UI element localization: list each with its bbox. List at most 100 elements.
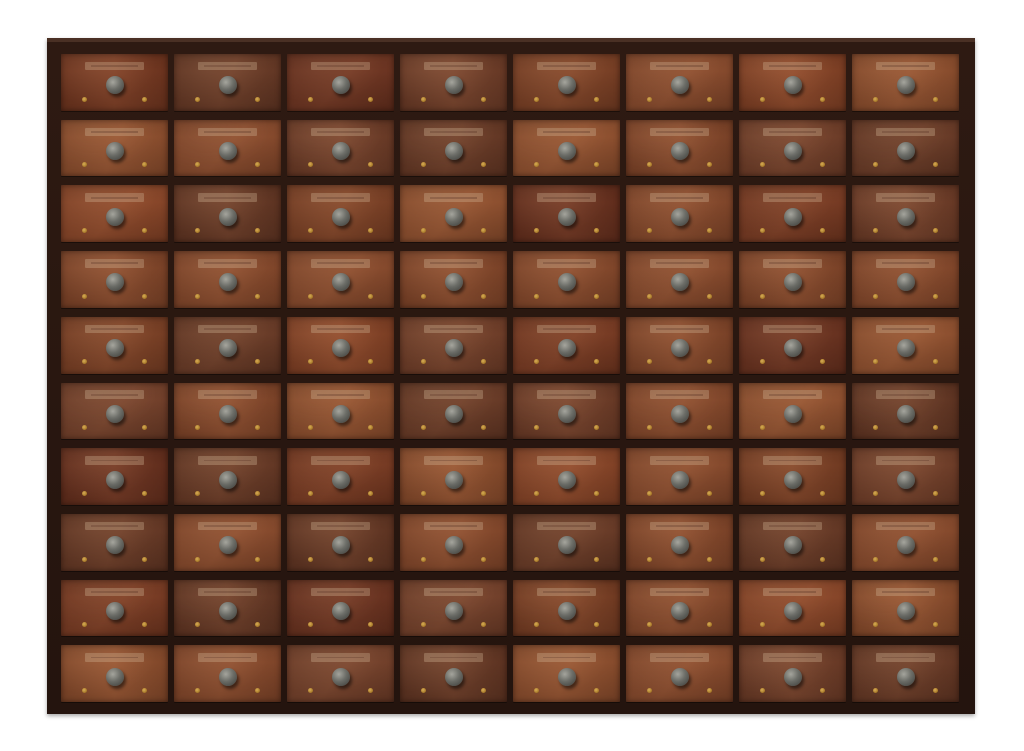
drawer-label-plate [762,61,823,71]
drawer [852,316,959,374]
drawer-knob [896,536,915,555]
brass-screw [819,622,825,628]
brass-screw [760,293,766,299]
brass-screw [480,556,486,562]
drawer-knob [331,339,350,358]
drawer-knob [444,470,463,489]
brass-screw [760,490,766,496]
drawer-knob [331,404,350,423]
brass-screw [647,425,653,431]
drawer-knob [783,667,802,686]
drawer [61,54,168,111]
drawer [400,119,507,177]
drawer [287,382,394,440]
brass-screw [480,228,486,234]
brass-screw [480,425,486,431]
brass-screw [534,162,540,168]
drawer-knob [670,339,689,358]
drawer-knob [557,142,576,161]
brass-screw [647,490,653,496]
brass-screw [873,622,879,628]
drawer [739,645,846,702]
brass-screw [141,622,147,628]
drawer-knob [557,536,576,555]
drawer [174,645,281,702]
brass-screw [254,96,260,102]
drawer-label-plate [762,127,823,137]
drawer-label-plate [762,193,823,202]
drawer [174,579,281,637]
brass-screw [932,490,938,496]
drawer [400,382,507,440]
brass-screw [932,622,938,628]
brass-screw [82,687,88,693]
brass-screw [195,490,201,496]
brass-screw [195,96,201,102]
drawer-label-plate [536,324,597,334]
brass-screw [367,293,373,299]
drawer-label-plate [84,587,145,597]
brass-screw [367,228,373,234]
drawer [61,382,168,440]
drawer-label-plate [649,127,710,137]
drawer-label-plate [536,456,597,465]
drawer-label-plate [197,456,258,465]
drawer-label-plate [762,456,823,465]
brass-screw [82,622,88,628]
brass-screw [647,293,653,299]
brass-screw [932,228,938,234]
drawer-label-plate [875,259,936,268]
drawer [287,513,394,571]
drawer-knob [557,601,576,620]
drawer-label-plate [197,521,258,531]
brass-screw [932,359,938,365]
brass-screw [480,359,486,365]
brass-screw [593,293,599,299]
drawer-knob [670,207,689,226]
drawer [513,448,620,505]
drawer-label-plate [762,259,823,268]
drawer-label-plate [423,324,484,334]
drawer-label-plate [197,587,258,597]
drawer-label-plate [197,193,258,202]
drawer [174,251,281,308]
drawer [174,448,281,505]
brass-screw [367,425,373,431]
drawer-knob [444,667,463,686]
drawer-knob [331,142,350,161]
drawer-knob [105,470,124,489]
brass-screw [873,359,879,365]
brass-screw [480,96,486,102]
drawer-label-plate [197,61,258,71]
brass-screw [254,490,260,496]
drawer-knob [444,404,463,423]
brass-screw [819,96,825,102]
drawer-knob [896,404,915,423]
brass-screw [760,687,766,693]
drawer-knob [105,404,124,423]
drawer-label-plate [84,390,145,399]
brass-screw [367,556,373,562]
drawer [739,119,846,177]
drawer [852,185,959,243]
drawer-label-plate [197,653,258,662]
brass-screw [647,162,653,168]
drawer-label-plate [310,456,371,465]
brass-screw [421,96,427,102]
brass-screw [421,490,427,496]
drawer-label-plate [197,390,258,399]
brass-screw [480,162,486,168]
brass-screw [421,359,427,365]
brass-screw [706,359,712,365]
brass-screw [141,228,147,234]
brass-screw [534,359,540,365]
brass-screw [367,490,373,496]
brass-screw [82,425,88,431]
brass-screw [534,687,540,693]
brass-screw [593,162,599,168]
drawer [174,185,281,243]
brass-screw [647,359,653,365]
brass-screw [647,687,653,693]
drawer-label-plate [423,193,484,202]
apothecary-cabinet [47,38,975,714]
